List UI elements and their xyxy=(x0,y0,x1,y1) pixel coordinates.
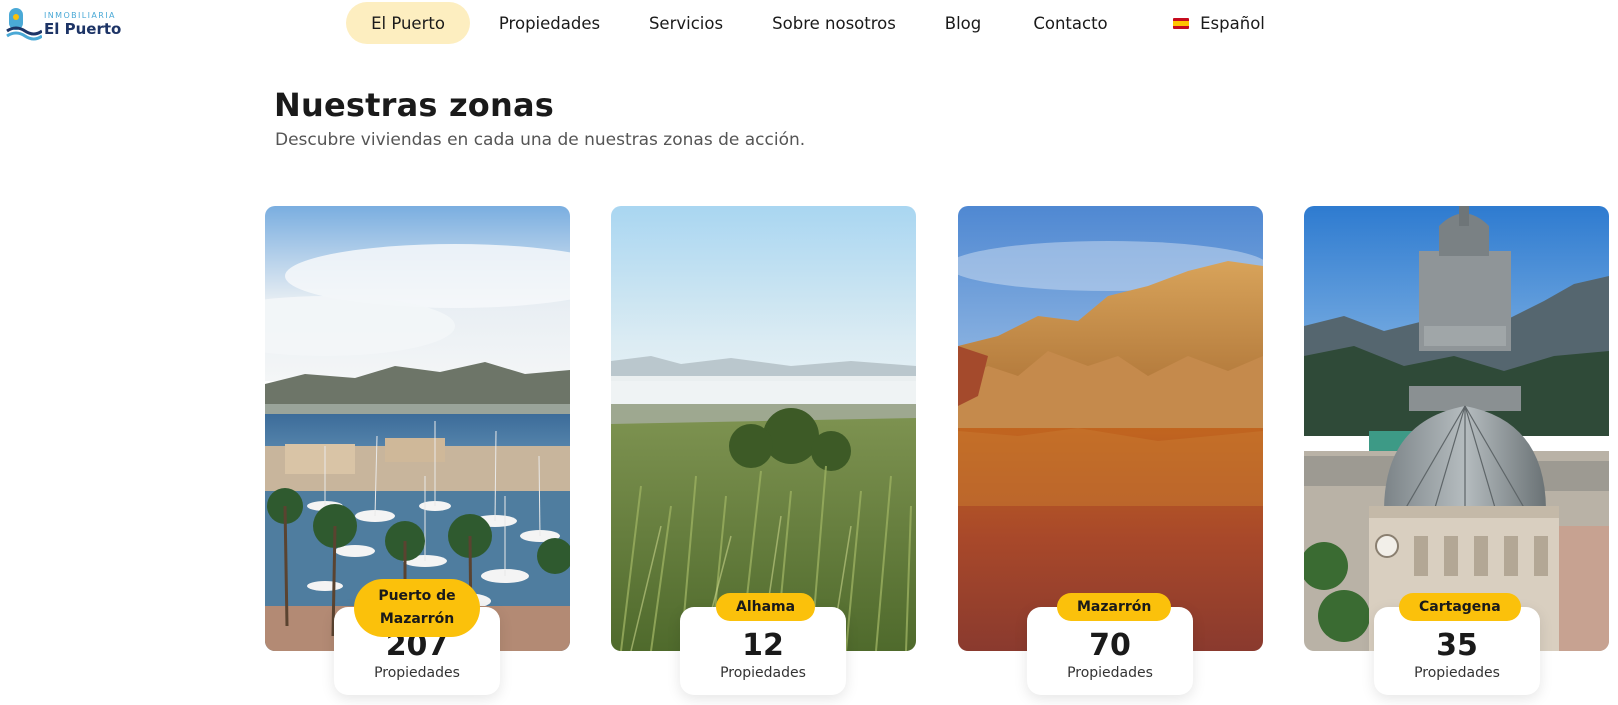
nav-item-sobre-nosotros[interactable]: Sobre nosotros xyxy=(743,2,925,44)
brand-logo[interactable]: INMOBILIARIA El Puerto xyxy=(6,4,126,44)
main-nav: El Puerto Propiedades Servicios Sobre no… xyxy=(346,2,1293,44)
misty-valley-vegetation-photo xyxy=(611,206,916,651)
zone-count-label: Propiedades xyxy=(1414,665,1500,681)
language-label: Español xyxy=(1200,13,1265,33)
zone-count: 12 xyxy=(742,628,784,663)
language-selector[interactable]: Español xyxy=(1145,2,1293,44)
nav-item-el-puerto[interactable]: El Puerto xyxy=(346,2,470,44)
section-title: Nuestras zonas xyxy=(274,86,555,124)
zone-card-alhama[interactable] xyxy=(611,206,916,651)
zone-count-label: Propiedades xyxy=(1067,665,1153,681)
zone-card-cartagena[interactable] xyxy=(1304,206,1609,651)
city-dome-tower-photo xyxy=(1304,206,1609,651)
zone-badge[interactable]: Alhama xyxy=(716,593,816,621)
red-lake-rock-formations-photo xyxy=(958,206,1263,651)
zone-count: 70 xyxy=(1089,628,1131,663)
zone-count: 35 xyxy=(1436,628,1478,663)
section-subtitle: Descubre viviendas en cada una de nuestr… xyxy=(275,130,806,150)
nav-item-contacto[interactable]: Contacto xyxy=(1001,2,1140,44)
zone-badge[interactable]: Cartagena xyxy=(1399,593,1521,621)
nav-item-blog[interactable]: Blog xyxy=(925,2,1001,44)
zone-badge[interactable]: Puerto de Mazarrón xyxy=(354,579,480,637)
zone-card-mazarron[interactable] xyxy=(958,206,1263,651)
brand-name: El Puerto xyxy=(44,19,122,38)
zone-count-label: Propiedades xyxy=(720,665,806,681)
spain-flag-icon xyxy=(1173,17,1190,29)
brand-tagline: INMOBILIARIA xyxy=(44,10,116,20)
nav-item-propiedades[interactable]: Propiedades xyxy=(470,2,629,44)
zone-count-label: Propiedades xyxy=(374,665,460,681)
zone-badge[interactable]: Mazarrón xyxy=(1057,593,1172,621)
nav-item-servicios[interactable]: Servicios xyxy=(629,2,743,44)
logo-icon xyxy=(6,8,42,41)
